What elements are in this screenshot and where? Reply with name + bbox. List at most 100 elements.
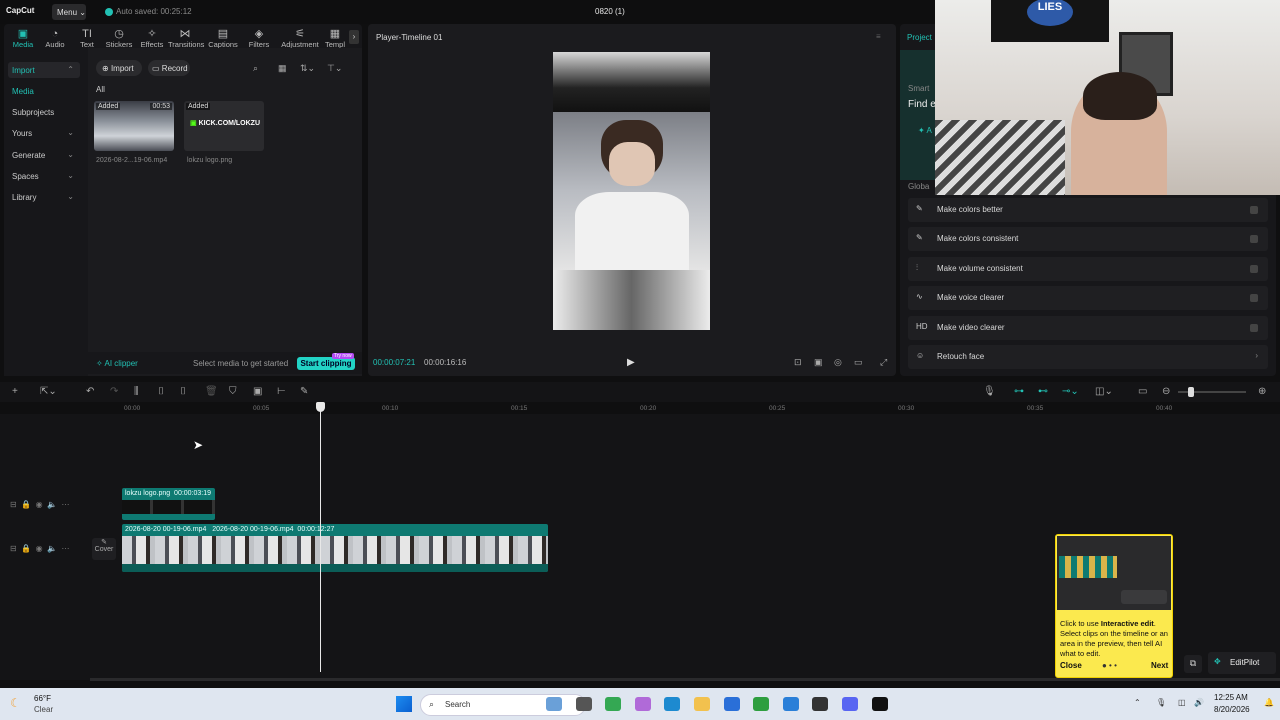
tip-close-button[interactable]: Close: [1060, 661, 1082, 670]
weather-temp[interactable]: 66°F: [34, 694, 51, 703]
screenshot-icon[interactable]: ◎: [834, 357, 842, 368]
zoom-in-icon[interactable]: ⊕: [1258, 386, 1266, 397]
magnet-icon[interactable]: ⊶: [1014, 386, 1024, 397]
split-left-icon[interactable]: ⌷: [158, 386, 164, 397]
tab-transitions[interactable]: ⋈ Transitions: [168, 28, 204, 49]
split-right-icon[interactable]: ⌷: [180, 386, 186, 397]
store-icon[interactable]: [723, 697, 740, 711]
notification-icon[interactable]: 🔔: [1264, 698, 1274, 707]
track-icon[interactable]: ⊟: [10, 500, 17, 509]
clock-time[interactable]: 12:25 AM: [1214, 693, 1248, 702]
sidebar-item-library[interactable]: Library ⌄: [8, 189, 80, 205]
sidebar-item-subprojects[interactable]: Subprojects: [8, 104, 80, 120]
playhead-handle[interactable]: [316, 402, 325, 412]
record-button[interactable]: ▭ Record: [148, 60, 190, 76]
search-icon[interactable]: ⌕: [253, 63, 258, 74]
chevron-up-icon[interactable]: ⌃: [1134, 698, 1141, 707]
clip-logo[interactable]: lokzu logo.png 00:00:03:19: [122, 488, 215, 520]
caption-icon[interactable]: ▭: [1138, 386, 1147, 397]
feedback-icon[interactable]: ⧉: [1184, 655, 1202, 673]
feature-toggle[interactable]: [1250, 235, 1258, 244]
cover-button[interactable]: ✎ Cover: [92, 538, 116, 560]
menu-button[interactable]: Menu ⌄: [52, 4, 86, 20]
speaker-icon[interactable]: 🔈: [47, 500, 57, 509]
feature-make-colors-better[interactable]: ✎ Make colors better: [908, 198, 1268, 222]
play-icon[interactable]: ▶: [627, 357, 635, 368]
track-icon[interactable]: ⊟: [10, 544, 17, 553]
tab-adjustment[interactable]: ⚟ Adjustment: [278, 28, 322, 49]
feature-make-video-clearer[interactable]: HD Make video clearer: [908, 315, 1268, 340]
feature-toggle[interactable]: [1250, 294, 1258, 303]
filter-all[interactable]: All: [96, 85, 105, 94]
media-item-logo[interactable]: Added ▣ KICK.COM/LOKZU: [184, 101, 264, 151]
split-view-icon[interactable]: ◫⌄: [1095, 386, 1113, 397]
microphone-icon[interactable]: 🎙: [1156, 698, 1166, 707]
eye-icon[interactable]: ◉: [36, 500, 43, 509]
freeze-frame-icon[interactable]: ▣: [253, 386, 262, 397]
weather-condition[interactable]: Clear: [34, 705, 53, 714]
import-button[interactable]: ⊕ Import: [96, 60, 142, 76]
lock-icon[interactable]: 🔒: [21, 500, 31, 509]
fullscreen-icon[interactable]: ⤢: [880, 357, 887, 368]
folder-icon[interactable]: [694, 697, 710, 711]
split-icon[interactable]: ⫼: [134, 386, 139, 397]
delete-icon[interactable]: 🗑: [205, 386, 218, 397]
sidebar-item-media[interactable]: Media: [8, 83, 80, 99]
tab-project[interactable]: Project: [907, 33, 932, 42]
redo-icon[interactable]: ↷: [110, 386, 118, 397]
network-icon[interactable]: ◫: [1178, 698, 1186, 707]
quality-icon[interactable]: ▣: [814, 357, 823, 368]
project-title[interactable]: 0820 (1): [595, 7, 625, 16]
media-item-video[interactable]: Added 00:53: [94, 101, 174, 151]
playhead[interactable]: [320, 402, 321, 672]
feature-make-colors-consistent[interactable]: ✎ Make colors consistent: [908, 227, 1268, 252]
capcut-icon[interactable]: [871, 697, 888, 711]
xbox-icon[interactable]: [753, 697, 770, 711]
more-icon[interactable]: ⋯: [61, 544, 69, 553]
tab-effects[interactable]: ✧ Effects: [135, 28, 169, 49]
feature-toggle[interactable]: [1250, 323, 1258, 332]
file-explorer-icon[interactable]: [575, 697, 592, 711]
sidebar-item-import[interactable]: Import ⌃: [8, 62, 80, 78]
eye-icon[interactable]: ◉: [36, 544, 43, 553]
obs-icon[interactable]: [812, 697, 829, 711]
speaker-icon[interactable]: 🔈: [47, 544, 57, 553]
grid-view-icon[interactable]: ▦: [278, 63, 287, 74]
preview-axis-icon[interactable]: ⊸⌄: [1062, 386, 1079, 397]
feature-make-volume-consistent[interactable]: ⫶ Make volume consistent: [908, 256, 1268, 281]
clip-video[interactable]: 2026-08-20 00-19-06.mp4 2026-08-20 00-19…: [122, 524, 548, 572]
zoom-slider-handle[interactable]: [1188, 387, 1194, 397]
discord-icon[interactable]: [842, 697, 858, 711]
crop-icon[interactable]: ⊡: [794, 357, 802, 368]
select-tool-icon[interactable]: ⇱⌄: [40, 386, 57, 397]
tip-next-button[interactable]: Next: [1151, 661, 1168, 670]
menu-icon[interactable]: ≡: [876, 32, 881, 41]
link-icon[interactable]: ⊷: [1038, 386, 1048, 397]
crop-tool-icon[interactable]: ⊢: [277, 386, 286, 397]
video-preview[interactable]: [553, 52, 710, 330]
timeline-scrollbar[interactable]: [90, 678, 1280, 681]
zoom-out-icon[interactable]: ⊖: [1162, 386, 1170, 397]
chevron-right-icon[interactable]: ›: [349, 30, 359, 44]
sort-icon[interactable]: ⇅⌄: [300, 63, 315, 74]
windows-start-icon[interactable]: [396, 696, 412, 712]
tab-templ[interactable]: ▦ Templ: [318, 28, 352, 49]
editpilot-button[interactable]: ✥ EditPilot: [1208, 652, 1276, 674]
volume-icon[interactable]: 🔊: [1194, 698, 1204, 707]
tab-audio[interactable]: ◔ Audio: [38, 28, 72, 49]
copilot-icon[interactable]: [634, 697, 651, 711]
tab-media[interactable]: ▣ Media: [6, 28, 40, 49]
ratio-icon[interactable]: ▭: [854, 357, 863, 368]
more-icon[interactable]: ⋯: [61, 500, 69, 509]
feature-toggle[interactable]: [1250, 206, 1258, 214]
tab-captions[interactable]: ▤ Captions: [206, 28, 240, 49]
tab-text[interactable]: TI Text: [70, 28, 104, 49]
clock-date[interactable]: 8/20/2026: [1214, 705, 1250, 714]
tab-filters[interactable]: ◈ Filters: [242, 28, 276, 49]
undo-icon[interactable]: ↶: [86, 386, 94, 397]
add-track-icon[interactable]: +: [12, 386, 18, 397]
feature-toggle[interactable]: [1250, 264, 1258, 273]
edge-icon[interactable]: [664, 697, 681, 711]
filter-icon[interactable]: ⊤⌄: [327, 63, 342, 74]
lock-icon[interactable]: 🔒: [21, 544, 31, 553]
